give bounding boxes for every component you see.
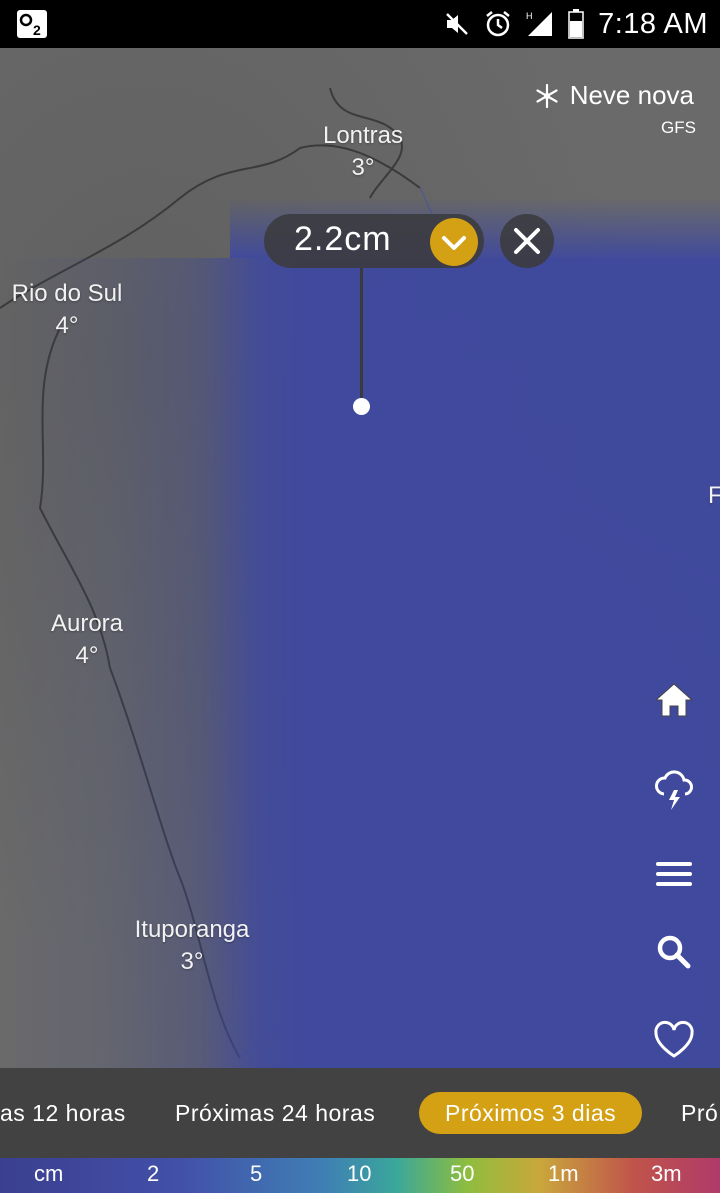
layer-name: Neve nova: [569, 80, 694, 110]
location-pin[interactable]: [353, 398, 370, 415]
offscreen-city-label: F: [708, 482, 720, 509]
scale-tick: 5: [250, 1161, 263, 1186]
sim-card-icon: 2: [16, 9, 48, 39]
search-icon: [657, 935, 691, 969]
clock: 7:18 AM: [598, 7, 708, 40]
popup-value: 2.2cm: [294, 220, 392, 258]
city-temp: 3°: [351, 154, 375, 181]
favorite-button[interactable]: [650, 1016, 698, 1064]
city-temp: 4°: [75, 642, 99, 669]
scale-tick: 3m: [651, 1161, 682, 1186]
map-view[interactable]: Neve nova GFS Lontras 3° Rio do Sul 4° A…: [0, 48, 720, 1068]
close-popup-button[interactable]: [500, 214, 554, 268]
scale-tick: 10: [347, 1161, 372, 1186]
city-label-ituporanga[interactable]: Ituporanga 3°: [116, 914, 268, 978]
tab-3-days[interactable]: Próximos 3 dias: [419, 1092, 643, 1134]
city-name: Ituporanga: [134, 916, 250, 943]
city-name: Rio do Sul: [11, 280, 123, 307]
svg-text:H: H: [526, 11, 533, 21]
scale-tick: 50: [450, 1161, 475, 1186]
status-bar: 2 H 7:18 AM: [0, 0, 720, 48]
color-scale-legend: cm 2 5 10 50 1m 3m: [0, 1158, 720, 1193]
city-label-lontras[interactable]: Lontras 3°: [300, 120, 426, 184]
chevron-down-icon: [442, 236, 466, 250]
menu-icon: [656, 862, 692, 886]
city-temp: 4°: [55, 312, 79, 339]
tab-next[interactable]: Pró: [681, 1092, 718, 1134]
scale-unit: cm: [34, 1161, 64, 1186]
scale-tick: 2: [147, 1161, 160, 1186]
snowflake-icon: [534, 83, 560, 109]
layer-title[interactable]: Neve nova: [534, 80, 694, 111]
home-icon: [654, 683, 694, 717]
city-label-aurora[interactable]: Aurora 4°: [30, 608, 144, 672]
city-label-rio-do-sul[interactable]: Rio do Sul 4°: [0, 278, 134, 342]
city-temp: 3°: [180, 948, 204, 975]
expand-popup-button[interactable]: [430, 218, 478, 266]
city-name: Aurora: [50, 610, 124, 637]
heart-icon: [654, 1020, 694, 1058]
storm-icon: [655, 770, 693, 810]
weather-alert-button[interactable]: [650, 766, 698, 814]
search-button[interactable]: [650, 928, 698, 976]
pin-line: [360, 268, 363, 403]
close-icon: [514, 228, 540, 254]
tab-24-hours[interactable]: Próximas 24 horas: [175, 1092, 375, 1134]
svg-text:2: 2: [33, 22, 41, 38]
mute-icon: [444, 11, 470, 37]
tab-12-hours[interactable]: as 12 horas: [0, 1092, 126, 1134]
home-button[interactable]: [650, 676, 698, 724]
alarm-icon: [484, 10, 512, 38]
menu-button[interactable]: [650, 850, 698, 898]
battery-icon: [568, 9, 584, 39]
signal-icon: H: [526, 10, 554, 38]
value-popup[interactable]: 2.2cm: [264, 214, 484, 268]
scale-tick: 1m: [548, 1161, 579, 1186]
city-name: Lontras: [322, 122, 404, 149]
model-label[interactable]: GFS: [661, 118, 696, 138]
time-range-tabs[interactable]: as 12 horas Próximas 24 horas Próximos 3…: [0, 1068, 720, 1158]
